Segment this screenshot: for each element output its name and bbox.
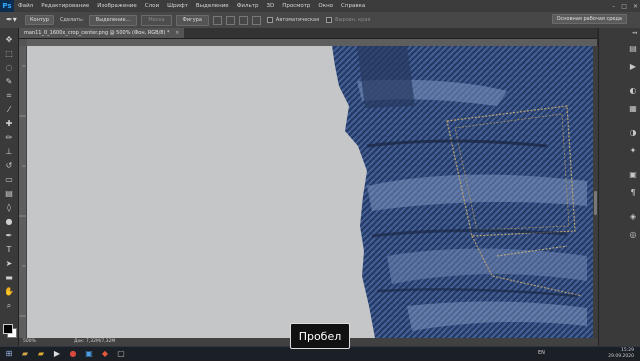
path-alignment-icon[interactable]: [225, 15, 235, 25]
path-operations-icon[interactable]: [212, 15, 222, 25]
blur-tool-icon[interactable]: ◊: [3, 202, 15, 213]
gradient-tool-icon[interactable]: ▤: [3, 188, 15, 199]
lasso-tool-icon[interactable]: ◌: [3, 62, 15, 73]
stamp-tool-icon[interactable]: ⊥: [3, 146, 15, 157]
pen-tool-icon[interactable]: ✒: [3, 230, 15, 241]
language-indicator[interactable]: EN: [538, 350, 545, 356]
browser-icon[interactable]: ●: [68, 349, 78, 359]
minimize-icon[interactable]: –: [612, 3, 615, 10]
styles-panel-icon[interactable]: ✦: [628, 146, 638, 156]
menu-view[interactable]: Просмотр: [278, 3, 314, 9]
app-icon-2[interactable]: ▢: [116, 349, 126, 359]
workspace-select[interactable]: Основная рабочая среда: [551, 14, 627, 24]
quick-select-tool-icon[interactable]: ✎: [3, 76, 15, 87]
close-tab-icon[interactable]: ×: [175, 30, 179, 36]
menu-edit[interactable]: Редактирование: [37, 3, 93, 9]
tools-panel: ✥ ⬚ ◌ ✎ ⌗ ⁄ ✚ ✏ ⊥ ↺ ▭ ▤ ◊ ● ✒ T ➤ ▬ ✋ ⌕: [0, 28, 19, 346]
shape-tool-icon[interactable]: ▬: [3, 272, 15, 283]
menu-help[interactable]: Справка: [337, 3, 369, 9]
media-player-icon[interactable]: ▶: [52, 349, 62, 359]
layers-panel-icon[interactable]: ◈: [628, 212, 638, 222]
menu-select[interactable]: Выделение: [192, 3, 233, 9]
photoshop-taskbar-icon[interactable]: ▣: [84, 349, 94, 359]
scrollbar-thumb[interactable]: [594, 191, 597, 215]
jeans-photo: [332, 46, 593, 338]
clock-date: 29.09.2020: [608, 354, 634, 359]
folder-icon[interactable]: ▰: [36, 349, 46, 359]
clock[interactable]: 15:29 29.09.2020: [608, 348, 634, 360]
start-icon[interactable]: ⊞: [4, 349, 14, 359]
path-arrangement-icon[interactable]: [238, 15, 248, 25]
crop-tool-icon[interactable]: ⌗: [3, 90, 15, 101]
document-tabs: man11_0_1600x_crop_center.png @ 500% (Фо…: [19, 28, 597, 39]
menu-type[interactable]: Шрифт: [163, 3, 192, 9]
right-panel-dock: ◂◂ ▤ ▶ ◐ ▦ ◑ ✦ ▣ ¶ ◈ ◎: [598, 28, 640, 346]
vertical-ruler[interactable]: [19, 46, 27, 338]
menu-3d[interactable]: 3D: [262, 3, 278, 9]
make-shape-button[interactable]: Фигура: [175, 14, 209, 26]
gear-icon[interactable]: [251, 15, 261, 25]
file-explorer-icon[interactable]: ▰: [20, 349, 30, 359]
dodge-tool-icon[interactable]: ●: [3, 216, 15, 227]
color-panel-icon[interactable]: ◐: [628, 86, 638, 96]
actions-panel-icon[interactable]: ▶: [628, 62, 638, 72]
path-select-tool-icon[interactable]: ➤: [3, 258, 15, 269]
eraser-tool-icon[interactable]: ▭: [3, 174, 15, 185]
mode-select[interactable]: Контур: [25, 15, 54, 25]
history-brush-tool-icon[interactable]: ↺: [3, 160, 15, 171]
menu-layers[interactable]: Слои: [141, 3, 163, 9]
healing-tool-icon[interactable]: ✚: [3, 118, 15, 129]
align-edges-label: Выровн. края: [335, 17, 371, 23]
ruler-ticks-vertical: [19, 65, 26, 317]
menu-file[interactable]: Файл: [14, 3, 37, 9]
align-edges-checkbox[interactable]: [326, 17, 333, 23]
channels-panel-icon[interactable]: ◎: [628, 230, 638, 240]
options-bar: ✒▾ Контур Сделать: Выделение... Маска Фи…: [0, 12, 640, 29]
document-tab[interactable]: man11_0_1600x_crop_center.png @ 500% (Фо…: [19, 28, 185, 38]
history-panel-icon[interactable]: ▤: [628, 44, 638, 54]
maximize-icon[interactable]: □: [621, 3, 627, 10]
document-canvas[interactable]: [27, 46, 593, 338]
app-icon[interactable]: ◆: [100, 349, 110, 359]
make-mask-button[interactable]: Маска: [141, 14, 172, 26]
close-icon[interactable]: ✕: [633, 3, 638, 10]
document-tab-title: man11_0_1600x_crop_center.png @ 500% (Фо…: [24, 30, 170, 36]
make-label: Сделать:: [59, 17, 84, 23]
window-controls: – □ ✕: [612, 0, 638, 12]
document-size[interactable]: Док: 7,32M/7,32M: [74, 338, 115, 346]
make-selection-button[interactable]: Выделение...: [88, 14, 138, 26]
move-tool-icon[interactable]: ✥: [3, 34, 15, 45]
adjustments-panel-icon[interactable]: ◑: [628, 128, 638, 138]
menu-window[interactable]: Окно: [314, 3, 337, 9]
keystroke-overlay: Пробел: [290, 323, 350, 349]
photoshop-logo: Ps: [0, 0, 14, 12]
paragraph-panel-icon[interactable]: ¶: [628, 188, 638, 198]
autoalign-checkbox[interactable]: [266, 17, 273, 23]
autoalign-label: Автоматическая: [275, 17, 320, 23]
ruler-origin[interactable]: [19, 39, 27, 46]
menu-image[interactable]: Изображение: [93, 3, 141, 9]
hand-tool-icon[interactable]: ✋: [3, 286, 15, 297]
collapse-panels-icon[interactable]: ◂◂: [632, 30, 637, 36]
menu-bar: Ps Файл Редактирование Изображение Слои …: [0, 0, 640, 12]
swatches-panel-icon[interactable]: ▦: [628, 104, 638, 114]
pen-tool-icon[interactable]: ✒▾: [6, 14, 22, 26]
brush-tool-icon[interactable]: ✏: [3, 132, 15, 143]
marquee-tool-icon[interactable]: ⬚: [3, 48, 15, 59]
menu-filter[interactable]: Фильтр: [233, 3, 263, 9]
zoom-level[interactable]: 500%: [23, 338, 36, 346]
type-tool-icon[interactable]: T: [3, 244, 15, 255]
properties-panel-icon[interactable]: ▣: [628, 170, 638, 180]
zoom-tool-icon[interactable]: ⌕: [3, 300, 15, 311]
eyedropper-tool-icon[interactable]: ⁄: [3, 104, 15, 115]
foreground-color-swatch[interactable]: [3, 324, 13, 334]
